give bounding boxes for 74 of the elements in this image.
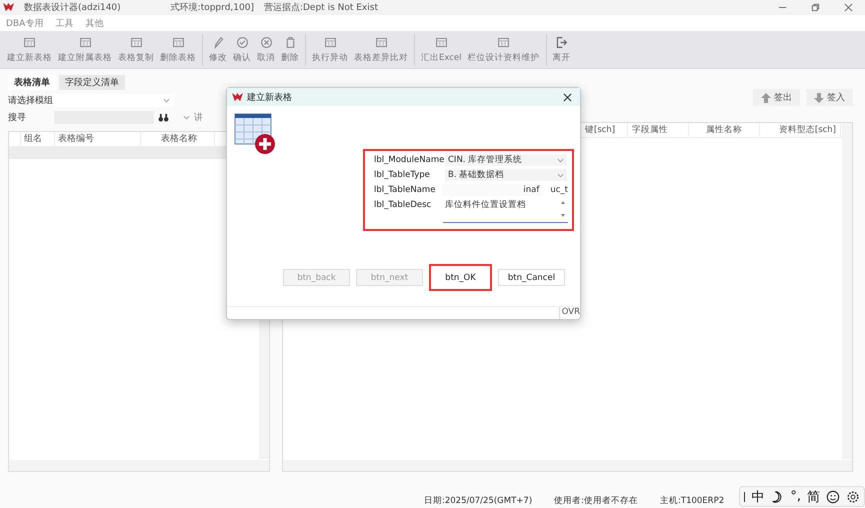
restore-icon[interactable] [811, 3, 820, 12]
dropdown[interactable]: B. 基础数据档 [445, 169, 567, 181]
toolbar-button[interactable]: 汇出Excel [418, 32, 465, 66]
status-text: 主机:T100ERP2 [660, 495, 724, 507]
status-text: 日期:2025/07/25(GMT+7) [424, 495, 532, 507]
cancel-circle-icon [260, 36, 272, 48]
chevron-icon [557, 158, 564, 162]
close-icon[interactable] [563, 92, 572, 102]
menu-item[interactable]: 工具 [55, 16, 74, 30]
suffix-text: uc_t [550, 184, 568, 196]
toolbar-button[interactable]: 表格复制 [115, 32, 157, 66]
horizontal-scrollbar[interactable] [9, 460, 269, 471]
column-header[interactable]: 属性名称 [689, 123, 760, 137]
toolbar-button[interactable]: 删除表格 [157, 32, 199, 66]
menu-item[interactable]: 其他 [85, 16, 104, 30]
moon-icon[interactable] [770, 490, 784, 504]
chevron-icon [557, 172, 564, 178]
smiley-icon[interactable] [826, 490, 840, 504]
arrow-down-icon [814, 92, 824, 102]
input-field[interactable]: inaf [442, 184, 542, 196]
check-circle-icon [236, 36, 248, 48]
site-text: 营运据点:Dept is Not Exist [264, 2, 378, 14]
toolbar-button[interactable]: 签出 [753, 89, 800, 106]
exit-icon [555, 36, 568, 48]
status-text: 使用者:使用者不存在 [554, 495, 638, 507]
arrow-up-icon [761, 92, 771, 102]
column-header[interactable]: 表格名称 [141, 132, 215, 146]
dropdown[interactable]: 讲 [183, 110, 203, 124]
column-header[interactable]: 字段属性 [628, 123, 689, 137]
field-label: lbl_ModuleName [374, 154, 443, 166]
column-header[interactable]: 组名 [21, 132, 55, 146]
simplified-button[interactable]: 简 [807, 488, 820, 506]
chevron-icon [163, 98, 170, 102]
app-logo-icon [3, 3, 14, 12]
toolbar-button[interactable]: 执行异动 [309, 32, 351, 66]
text-area[interactable]: 库位料件位置设置档 [443, 199, 568, 223]
toolbar-button[interactable]: 栏位设计资料维护 [464, 32, 543, 66]
dialog-button[interactable]: btn_OK [429, 264, 492, 291]
app-logo-icon [232, 92, 243, 102]
close-icon[interactable] [844, 3, 853, 12]
toolbar-button[interactable]: 离开 [550, 32, 574, 66]
vertical-scrollbar[interactable] [842, 123, 852, 459]
toolbar-button[interactable]: 删除 [278, 32, 302, 66]
chevron-icon [183, 114, 190, 120]
column-header[interactable]: 表格编号 [55, 132, 141, 146]
tab[interactable]: 表格清单 [8, 75, 56, 90]
binoculars-icon[interactable] [158, 112, 169, 122]
punctuation-button[interactable]: °, [790, 489, 801, 504]
pencil-icon [212, 36, 224, 48]
dialog-button[interactable]: btn_Cancel [498, 269, 565, 286]
settings-icon[interactable] [846, 490, 860, 504]
field-label: lbl_TableDesc [374, 199, 432, 211]
tab[interactable]: 字段定义清单 [59, 75, 125, 90]
toolbar-button[interactable]: 修改 [206, 32, 230, 66]
ime-mode-button[interactable]: 中 [751, 488, 764, 506]
trash-icon [284, 36, 296, 48]
toolbar-button[interactable]: 签入 [806, 89, 853, 106]
toolbar-button[interactable]: 取消 [254, 32, 278, 66]
window-title: 数据表设计器(adzi140) [24, 2, 121, 14]
scroll-arrows-icon [560, 199, 566, 219]
overwrite-indicator: OVR [558, 307, 580, 319]
field-label: lbl_TableType [374, 169, 431, 181]
search-label: 搜寻 [8, 112, 27, 124]
dialog-title: 建立新表格 [247, 92, 292, 104]
menu-item[interactable]: DBA专用 [6, 16, 44, 30]
toolbar-button[interactable]: 建立新表格 [4, 32, 55, 66]
environment-text: 式环境:topprd,100] [170, 2, 254, 14]
dropdown[interactable]: CIN. 库存管理系统 [445, 154, 567, 166]
toolbar-button[interactable]: 确认 [230, 32, 254, 66]
toolbar-button[interactable]: 建立附属表格 [55, 32, 115, 66]
field-label: lbl_TableName [374, 184, 436, 196]
toolbar-button[interactable]: 表格差异比对 [351, 32, 411, 66]
horizontal-scrollbar[interactable] [283, 460, 852, 471]
column-header[interactable]: 资料型态[sch] [760, 123, 841, 137]
